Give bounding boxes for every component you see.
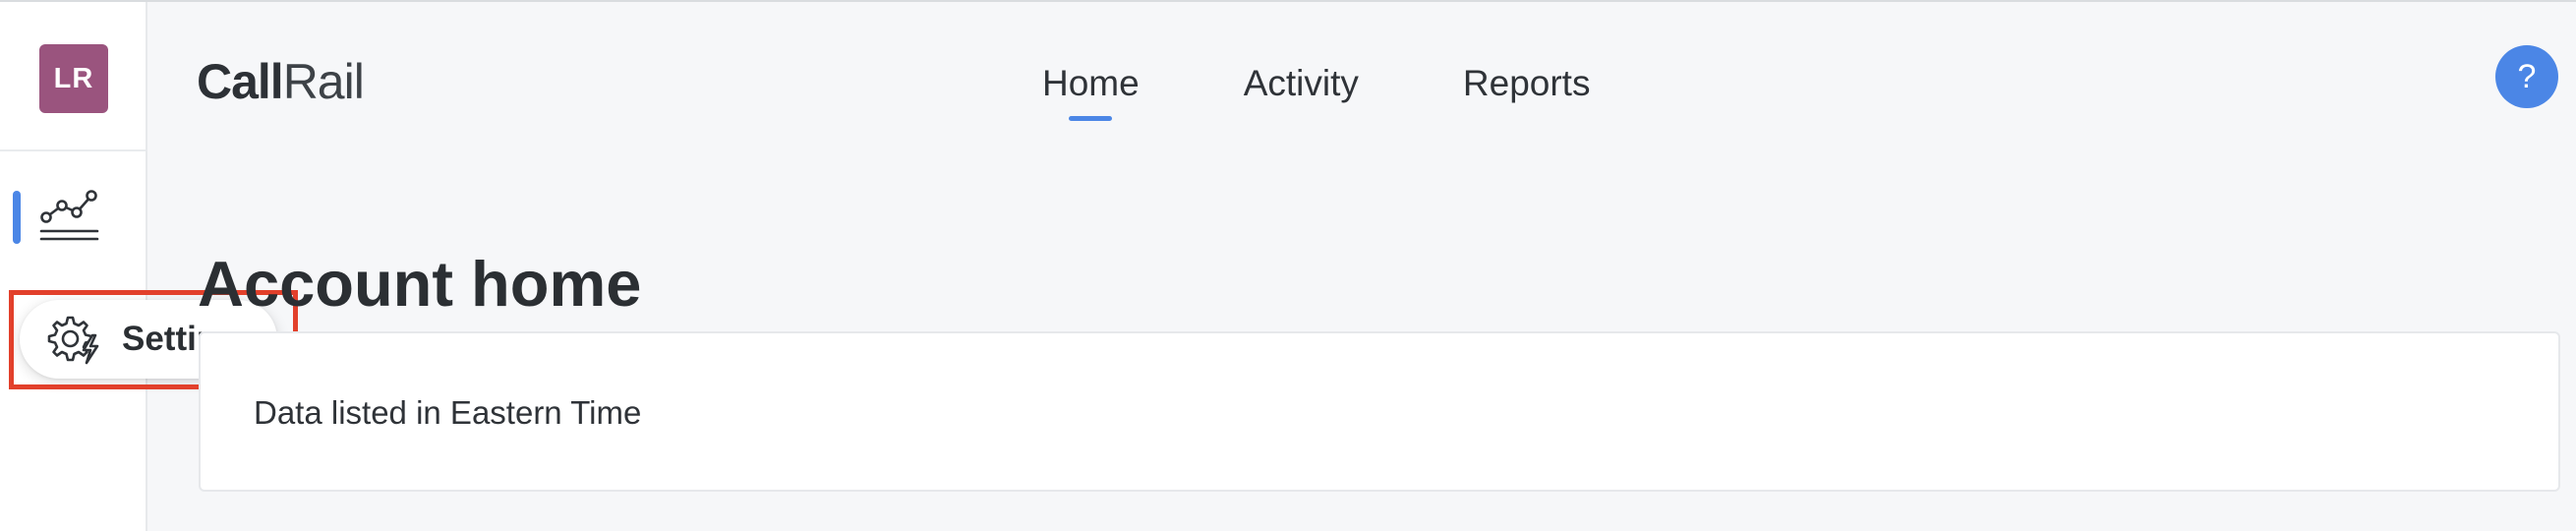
app-window: LR Settings CallRail Home Activity Repor… [0,0,2576,531]
nav-tab-home[interactable]: Home [1042,63,1140,104]
logo-regular-text: Rail [282,54,365,109]
logo-bold-text: Call [197,54,284,109]
nav-tab-reports[interactable]: Reports [1463,63,1591,104]
timezone-note: Data listed in Eastern Time [254,394,642,431]
user-avatar[interactable]: LR [39,44,108,113]
analytics-icon[interactable] [37,187,102,248]
summary-card: Data listed in Eastern Time [199,331,2560,492]
nav-tab-activity[interactable]: Activity [1244,63,1359,104]
page-title: Account home [198,247,642,320]
gear-lightning-icon [47,316,99,365]
help-button[interactable]: ? [2495,45,2558,108]
callrail-logo[interactable]: CallRail [197,53,365,110]
question-icon: ? [2517,57,2537,95]
left-sidebar: LR [0,2,147,531]
active-indicator [13,191,21,244]
top-nav: Home Activity Reports [1042,63,1694,104]
sidebar-header: LR [0,2,146,151]
